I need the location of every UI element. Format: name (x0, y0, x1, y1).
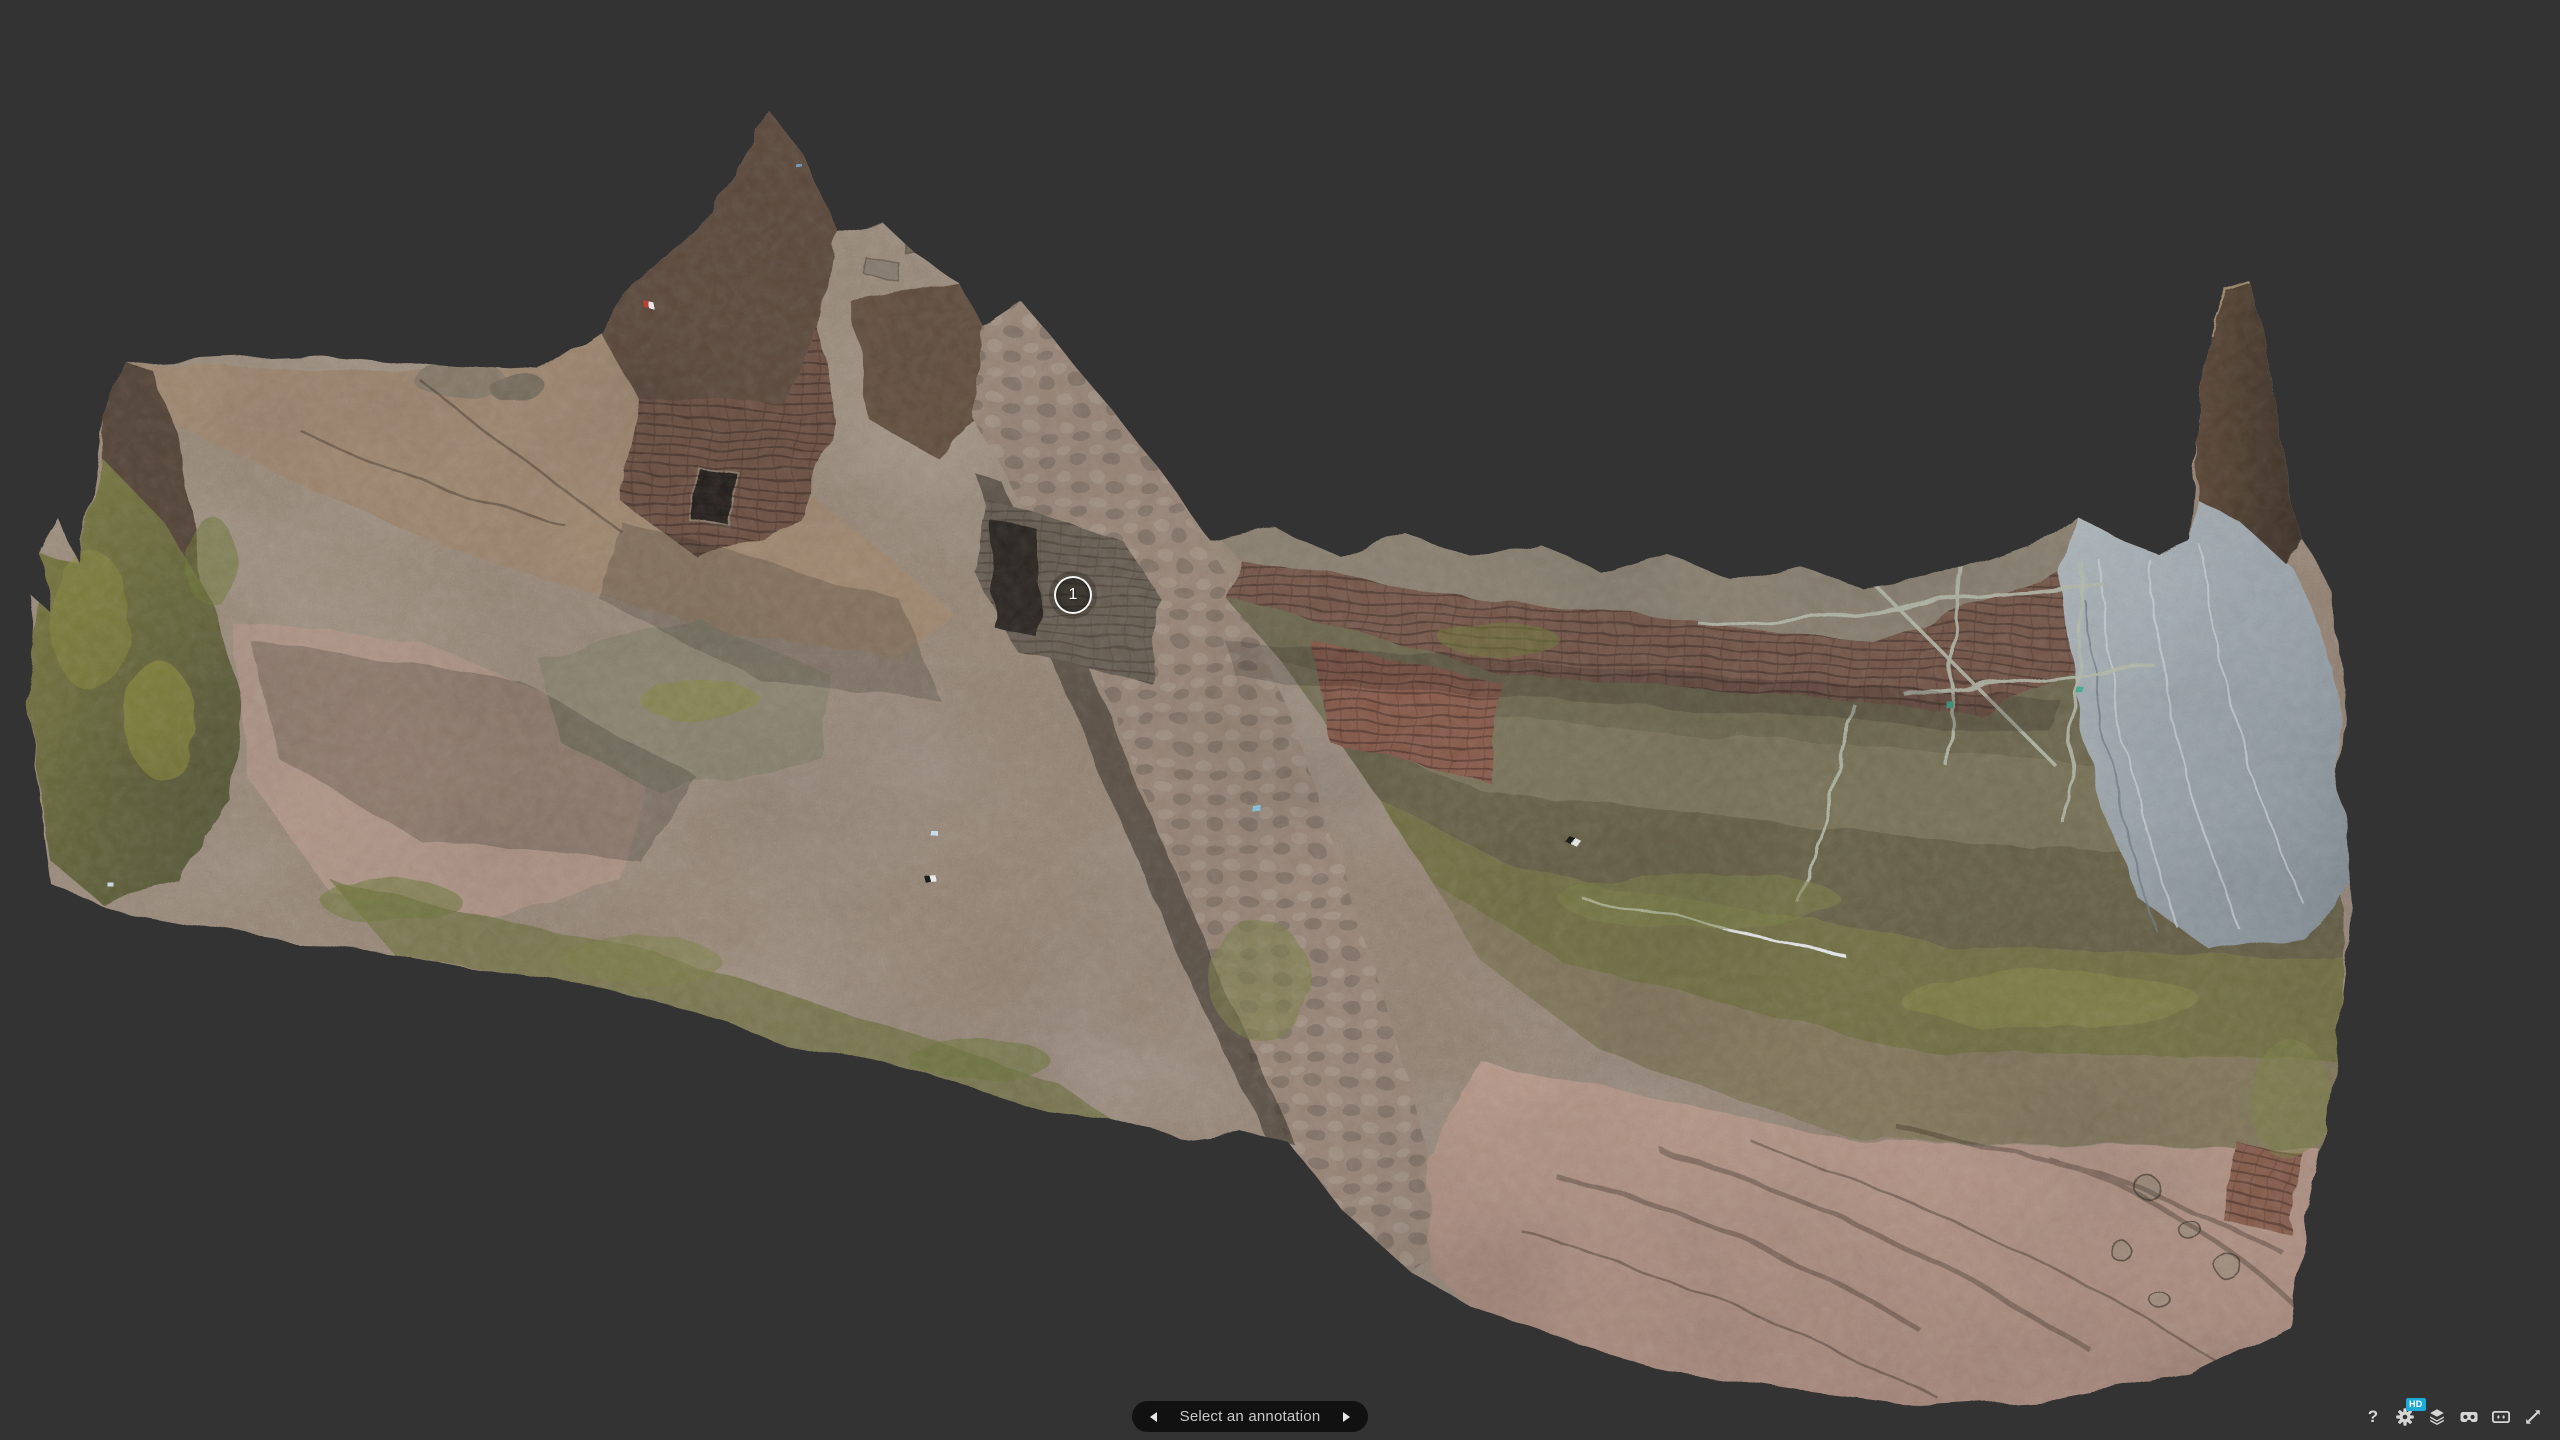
viewer-canvas[interactable]: 1 Select an annotation ? (0, 0, 2560, 1440)
model-inspector-button[interactable] (2428, 1408, 2446, 1426)
theater-mode-icon (2492, 1408, 2510, 1426)
viewer-toolbar: ? HD (2364, 1404, 2542, 1430)
previous-annotation-button[interactable] (1146, 1408, 1161, 1426)
hd-badge: HD (2406, 1398, 2426, 1411)
next-annotation-button[interactable] (1339, 1408, 1354, 1426)
annotation-marker-1[interactable]: 1 (1054, 576, 1092, 614)
vr-button[interactable] (2460, 1408, 2478, 1426)
help-icon: ? (2368, 1408, 2378, 1426)
vr-headset-icon (2460, 1408, 2478, 1426)
annotation-selector-label[interactable]: Select an annotation (1161, 1408, 1339, 1425)
help-button[interactable]: ? (2364, 1408, 2382, 1426)
layers-icon (2428, 1408, 2446, 1426)
annotation-number: 1 (1069, 587, 1078, 603)
annotation-selector[interactable]: Select an annotation (1132, 1401, 1368, 1432)
left-arrow-icon (1150, 1412, 1157, 1422)
settings-button[interactable]: HD (2396, 1408, 2414, 1426)
right-arrow-icon (1343, 1412, 1350, 1422)
fullscreen-icon (2524, 1408, 2542, 1426)
terrain-3d-model[interactable] (0, 0, 2560, 1440)
fullscreen-button[interactable] (2524, 1408, 2542, 1426)
theater-mode-button[interactable] (2492, 1408, 2510, 1426)
